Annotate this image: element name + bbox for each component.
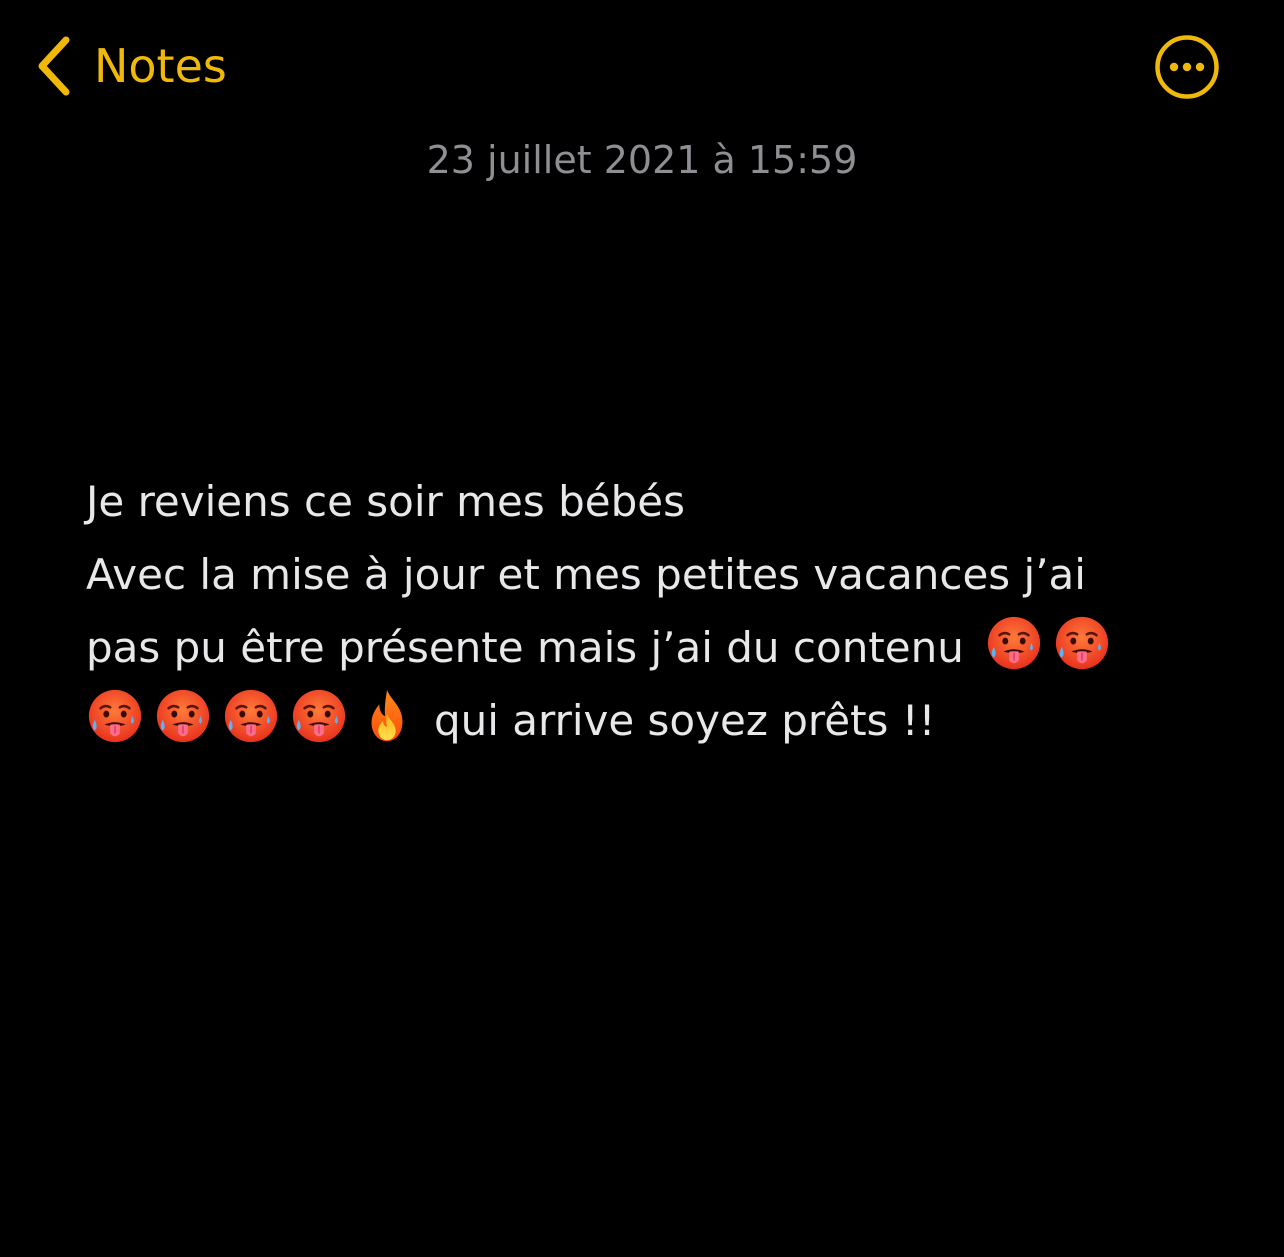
note-line-3: pas pu être présente mais j’ai du conten… — [86, 611, 1196, 684]
note-date: 23 juillet 2021 à 15:59 — [426, 138, 858, 182]
back-button[interactable]: Notes — [36, 34, 227, 98]
note-line-4: qui arrive soyez prêts !! — [86, 684, 1196, 757]
ellipsis-circle-icon — [1155, 35, 1219, 99]
hot-face-icon — [290, 687, 348, 745]
back-label: Notes — [94, 39, 227, 93]
hot-face-icon — [222, 687, 280, 745]
note-body[interactable]: Je reviens ce soir mes bébés Avec la mis… — [86, 465, 1196, 757]
note-line-2: Avec la mise à jour et mes petites vacan… — [86, 550, 1086, 599]
note-line-1: Je reviens ce soir mes bébés — [86, 477, 685, 526]
fire-icon — [358, 687, 416, 745]
note-line-3-text: pas pu être présente mais j’ai du conten… — [86, 623, 964, 672]
chevron-left-icon — [36, 36, 70, 96]
hot-face-icon — [86, 687, 144, 745]
hot-face-icon — [154, 687, 212, 745]
note-line-4-text: qui arrive soyez prêts !! — [434, 696, 936, 745]
hot-face-icon — [1053, 614, 1111, 672]
more-options-button[interactable] — [1155, 35, 1219, 99]
hot-face-icon — [985, 614, 1043, 672]
